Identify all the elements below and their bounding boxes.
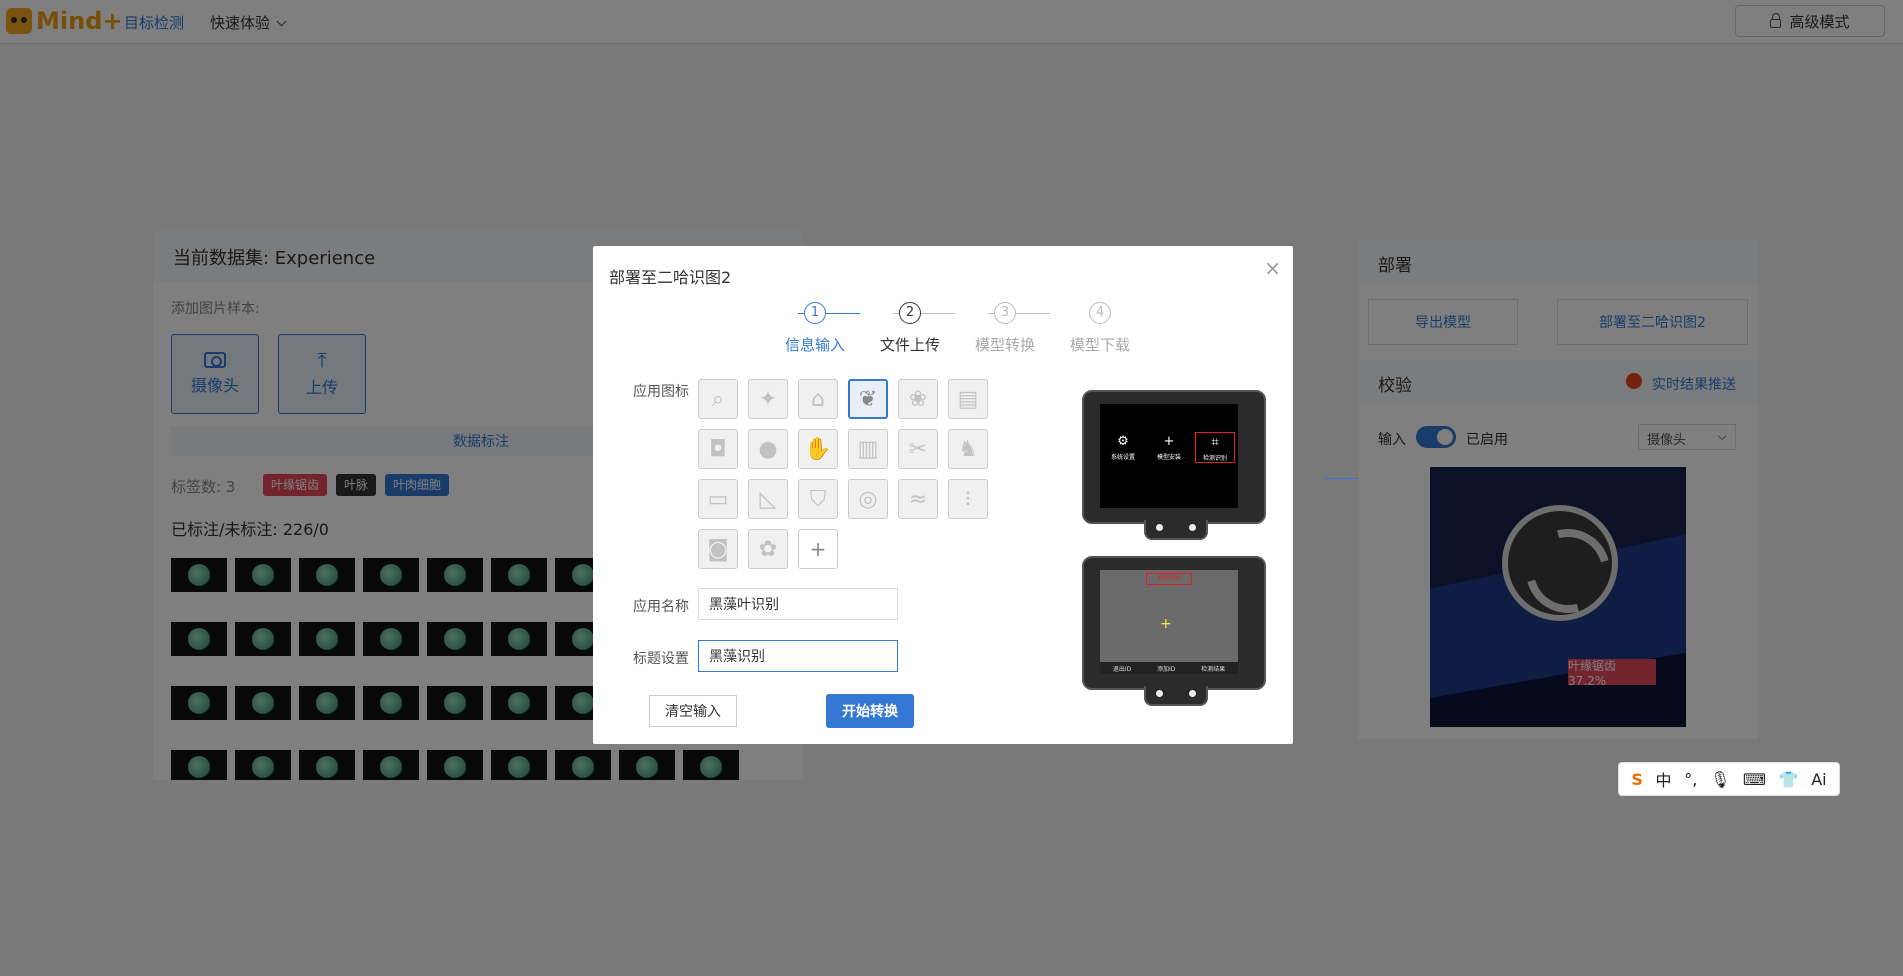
clear-input-button[interactable]: 清空输入	[649, 695, 737, 727]
trash-icon[interactable]: ▥	[848, 429, 888, 469]
device-menu-label: 系统设置	[1110, 454, 1135, 461]
step-model-convert: 3 模型转换	[955, 302, 1055, 355]
device-preview-detect: 检测识别 + 退出ID 添加ID 检测结果	[1082, 556, 1266, 706]
step-label: 文件上传	[879, 336, 940, 354]
palette-icon[interactable]: ✿	[748, 529, 788, 569]
device-bottom-label: 添加ID	[1156, 665, 1176, 673]
path-icon[interactable]: ≈	[898, 479, 938, 519]
step-model-download: 4 模型下载	[1050, 302, 1150, 355]
device-menu-label: 检测识别	[1202, 455, 1227, 462]
device-menu: ⚙ 系统设置 + 模型安装 ⌗ 检测识别	[1100, 432, 1238, 463]
step-label: 模型下载	[1069, 336, 1130, 354]
connector-line	[1325, 478, 1358, 479]
car-icon[interactable]: ◙	[698, 529, 738, 569]
device-menu-item: + 模型安装	[1149, 432, 1189, 463]
plant-icon[interactable]: ❦	[848, 379, 888, 419]
sogou-logo-icon[interactable]: S	[1631, 770, 1643, 789]
gear-icon: ⚙	[1117, 434, 1129, 449]
device-bottom-bar: 退出ID 添加ID 检测结果	[1100, 662, 1238, 674]
plus-icon: +	[1163, 434, 1175, 449]
step-number: 3	[994, 302, 1016, 324]
hand-icon[interactable]: ✋	[798, 429, 838, 469]
crosshair-icon: +	[1160, 616, 1172, 632]
ruler-icon[interactable]: ◺	[748, 479, 788, 519]
scan-icon: ⌗	[1211, 435, 1219, 450]
deploy-dialog: 部署至二哈识图2 × 1 信息输入 2 文件上传 3 模型转换 4 模型下载 应…	[593, 246, 1293, 744]
tools-icon[interactable]: ✂	[898, 429, 938, 469]
device-screen: 检测识别 + 退出ID 添加ID 检测结果	[1100, 570, 1238, 674]
cake-icon[interactable]: ▤	[948, 379, 988, 419]
ime-punctuation[interactable]: °,	[1684, 770, 1697, 789]
close-icon[interactable]: ×	[1264, 258, 1281, 278]
shirt-icon[interactable]: ⛉	[798, 479, 838, 519]
traffic-light-icon[interactable]: ⁝	[948, 479, 988, 519]
keyboard-icon[interactable]: ⌨	[1743, 770, 1766, 789]
step-number: 2	[899, 302, 921, 324]
step-number: 4	[1089, 302, 1111, 324]
app-icon-label: 应用图标	[633, 384, 689, 400]
tag-icon[interactable]: ⌂	[798, 379, 838, 419]
rocking-horse-icon[interactable]: ♞	[948, 429, 988, 469]
progress-steps: 1 信息输入 2 文件上传 3 模型转换 4 模型下载	[765, 302, 1130, 355]
skin-icon[interactable]: 👕	[1779, 770, 1799, 789]
step-label: 信息输入	[784, 336, 845, 354]
search-icon[interactable]: ⌕	[698, 379, 738, 419]
add-icon[interactable]: +	[798, 529, 838, 569]
ime-chinese-mode[interactable]: 中	[1656, 767, 1672, 791]
app-name-input[interactable]	[698, 588, 898, 620]
ime-toolbar: S 中 °, 🎙 ⌨ 👕 Ai	[1618, 762, 1840, 796]
paw-icon[interactable]: ❀	[898, 379, 938, 419]
device-preview-menu: ⚙ 系统设置 + 模型安装 ⌗ 检测识别	[1082, 390, 1266, 540]
apple-icon[interactable]: ●	[748, 429, 788, 469]
dialog-title: 部署至二哈识图2	[609, 268, 732, 287]
desk-icon[interactable]: ▭	[698, 479, 738, 519]
ai-icon[interactable]: Ai	[1811, 770, 1826, 789]
step-label: 模型转换	[974, 336, 1035, 354]
step-file-upload: 2 文件上传	[860, 302, 960, 355]
device-menu-item: ⌗ 检测识别	[1195, 432, 1235, 463]
washer-icon[interactable]: ◎	[848, 479, 888, 519]
device-bottom-label: 退出ID	[1112, 665, 1132, 673]
puzzle-icon[interactable]: ✦	[748, 379, 788, 419]
device-menu-item: ⚙ 系统设置	[1103, 432, 1143, 463]
app-name-label: 应用名称	[633, 599, 689, 615]
cup-icon[interactable]: ◘	[698, 429, 738, 469]
device-bottom-label: 检测结果	[1201, 665, 1226, 673]
microphone-icon[interactable]: 🎙	[1710, 770, 1730, 789]
device-mount	[1144, 686, 1208, 706]
device-screen-title: 检测识别	[1146, 573, 1192, 585]
step-info-input: 1 信息输入	[765, 302, 865, 355]
device-mount	[1144, 520, 1208, 540]
device-menu-label: 模型安装	[1156, 454, 1181, 461]
start-convert-button[interactable]: 开始转换	[826, 694, 914, 728]
step-number: 1	[804, 302, 826, 324]
title-input[interactable]	[698, 640, 898, 672]
title-setting-label: 标题设置	[633, 651, 689, 667]
device-screen: ⚙ 系统设置 + 模型安装 ⌗ 检测识别	[1100, 404, 1238, 508]
